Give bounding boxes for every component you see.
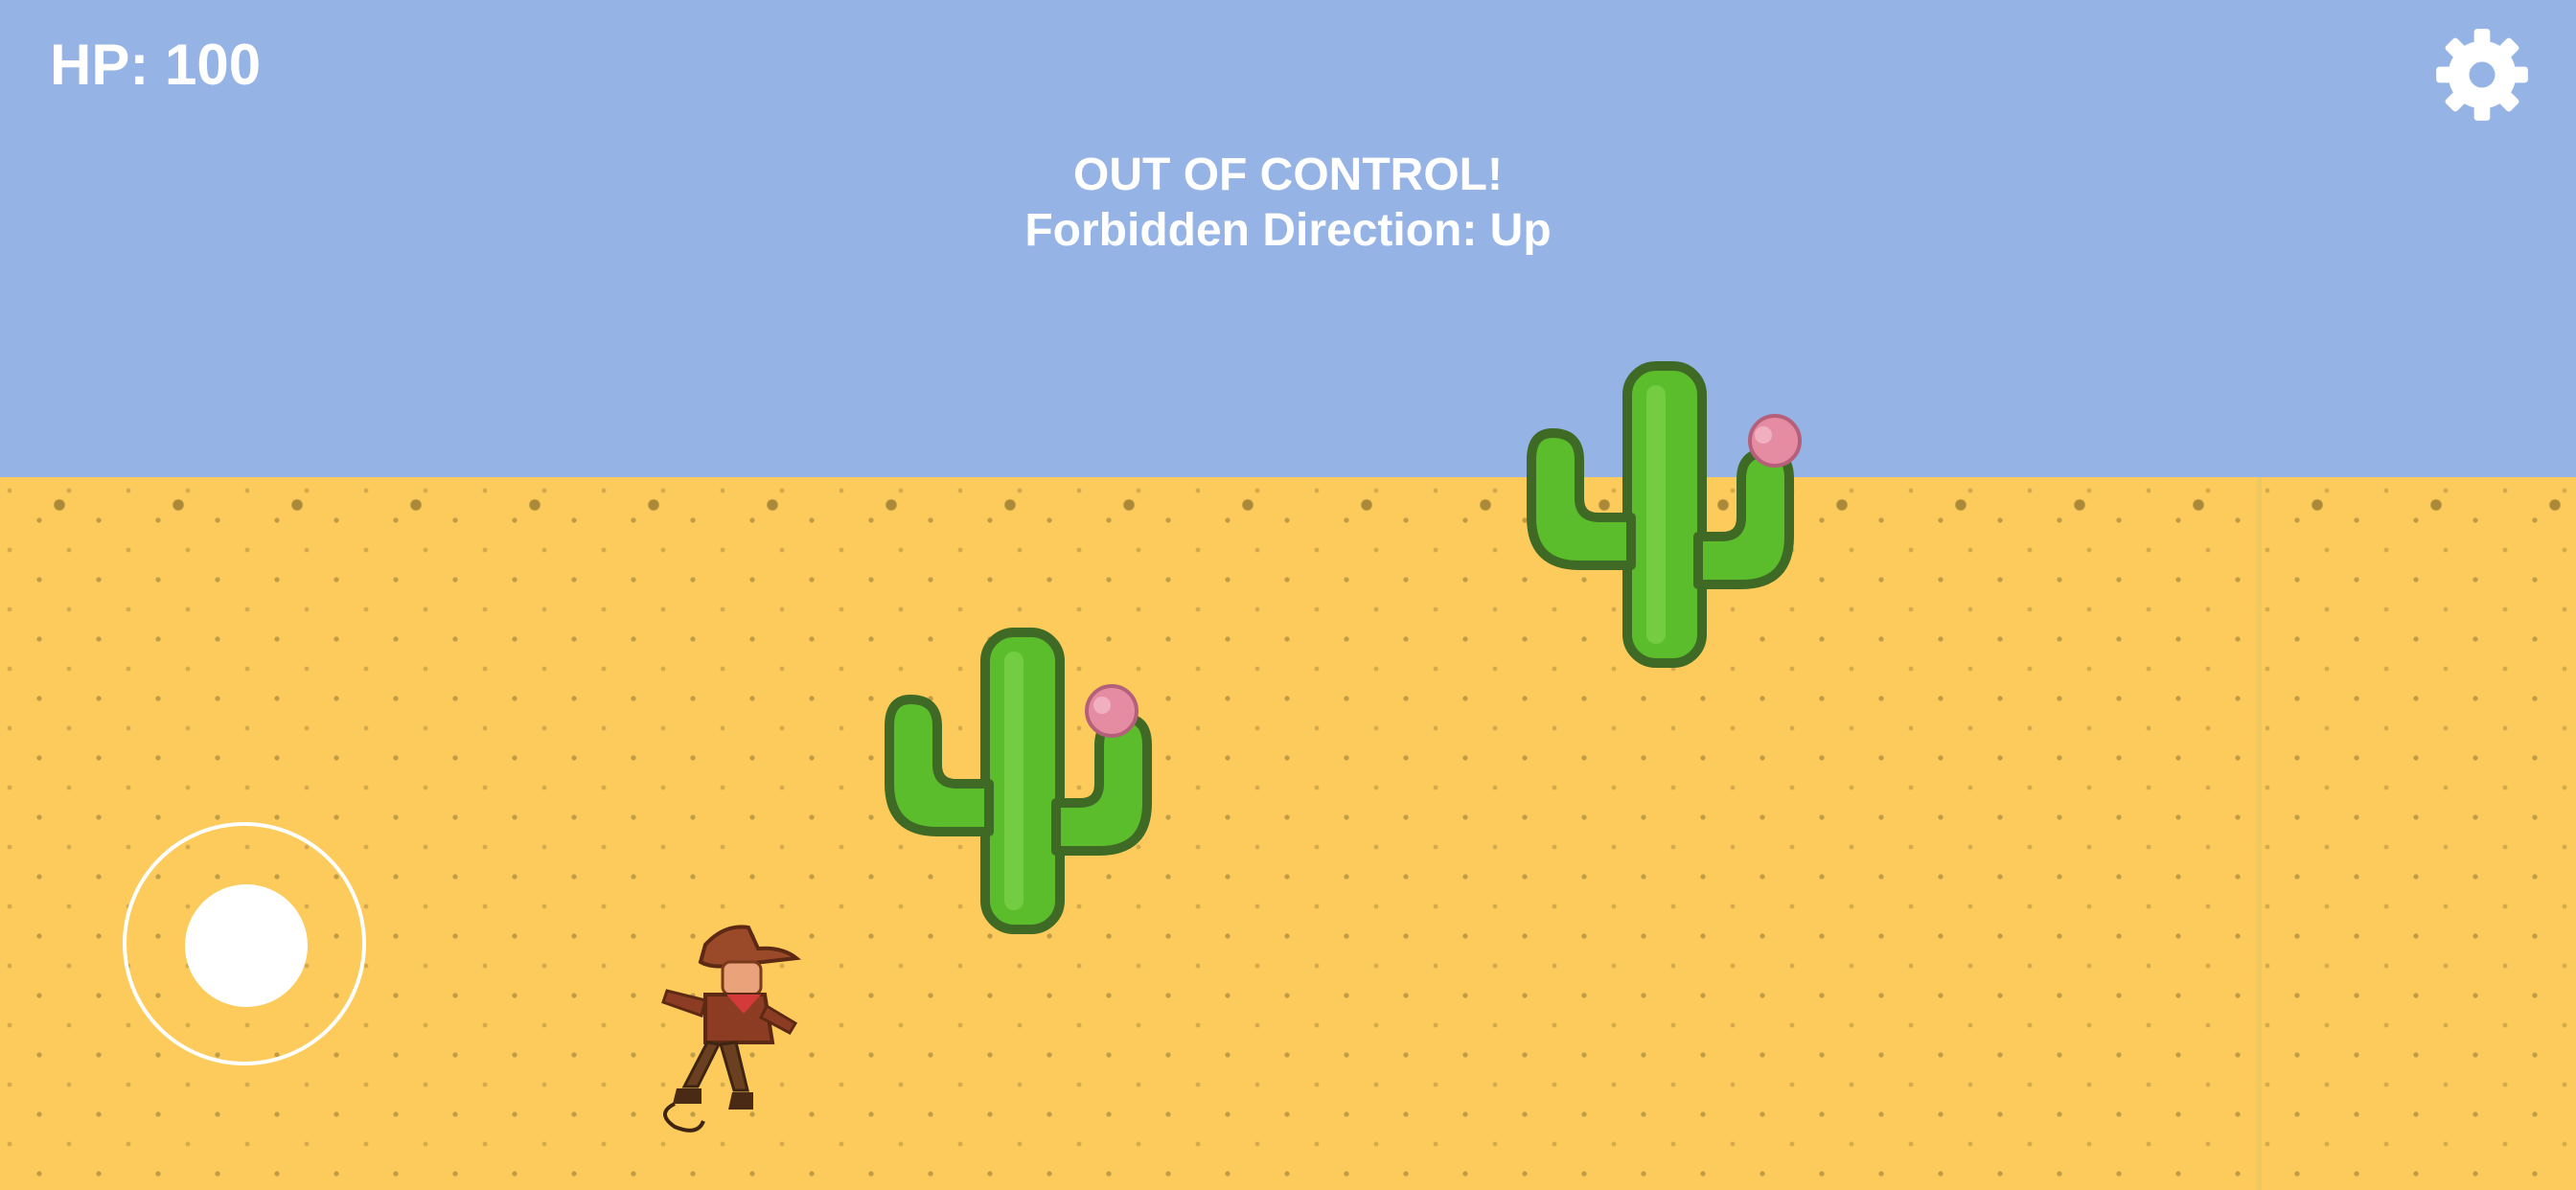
status-title: OUT OF CONTROL! (1073, 149, 1503, 200)
ground-tile-seam (2257, 477, 2262, 1190)
gear-icon (2436, 29, 2528, 121)
status-detail: Forbidden Direction: Up (1024, 205, 1552, 256)
hp-counter: HP: 100 (50, 33, 262, 97)
joystick-knob[interactable] (185, 884, 308, 1007)
desert-ground (0, 477, 2576, 1190)
game-scene: HP: 100 OUT OF CONTROL! Forbidden Direct… (0, 0, 2576, 1190)
cactus-flower (1085, 684, 1138, 738)
cowboy-player (661, 925, 802, 1133)
cactus-flower (1748, 414, 1802, 468)
settings-button[interactable] (2432, 25, 2532, 125)
cactus (885, 628, 1152, 934)
cactus (1527, 361, 1802, 668)
status-banner: OUT OF CONTROL! Forbidden Direction: Up (905, 148, 1671, 259)
virtual-joystick[interactable] (123, 822, 366, 1065)
ground-pebble-row (0, 491, 2576, 519)
